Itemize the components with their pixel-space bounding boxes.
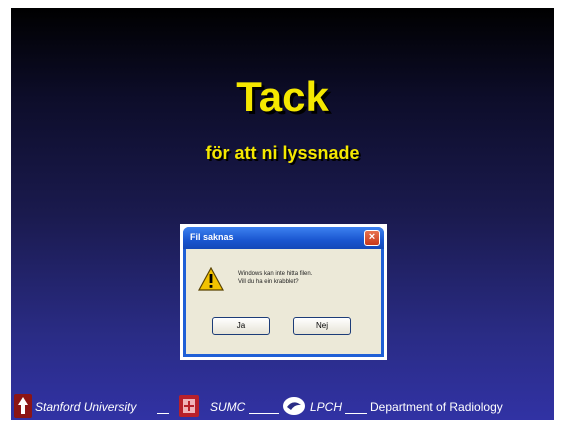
dialog-message-line-1: Windows kan inte hitta filen. (238, 271, 313, 277)
dialog-window: Fil saknas × Windows kan inte hitta file… (183, 227, 384, 357)
footer-divider (157, 413, 169, 414)
footer-divider (249, 413, 279, 414)
close-icon: × (368, 231, 376, 243)
dialog-body: Windows kan inte hitta filen. Vill du ha… (186, 249, 381, 354)
slide: Tack för att ni lyssnade Fil saknas × Wi… (11, 8, 554, 420)
dialog-titlebar[interactable]: Fil saknas × (183, 227, 384, 249)
footer-stanford: Stanford University (35, 400, 137, 414)
footer-sumc: SUMC (210, 400, 246, 414)
slide-subtitle: för att ni lyssnade (205, 143, 360, 163)
close-button[interactable]: × (364, 230, 380, 246)
lpch-logo-icon (283, 397, 305, 415)
footer-divider (345, 413, 367, 414)
no-button[interactable]: Nej (293, 317, 351, 335)
stanford-logo-icon (14, 394, 32, 418)
slide-title: Tack (236, 73, 329, 120)
dialog-message: Windows kan inte hitta filen. Vill du ha… (238, 270, 312, 286)
dialog-title: Fil saknas (190, 232, 234, 242)
dialog-message-line-2: Vill du ha ein krabblet? (238, 279, 299, 285)
warning-triangle-icon (198, 267, 224, 291)
footer-lpch: LPCH (310, 400, 343, 414)
slide-footer: Stanford University SUMC LPCH Department… (11, 393, 554, 419)
missing-file-dialog: Fil saknas × Windows kan inte hitta file… (180, 224, 387, 360)
yes-button[interactable]: Ja (212, 317, 270, 335)
sumc-logo-icon (179, 395, 199, 417)
footer-department: Department of Radiology (370, 400, 503, 414)
